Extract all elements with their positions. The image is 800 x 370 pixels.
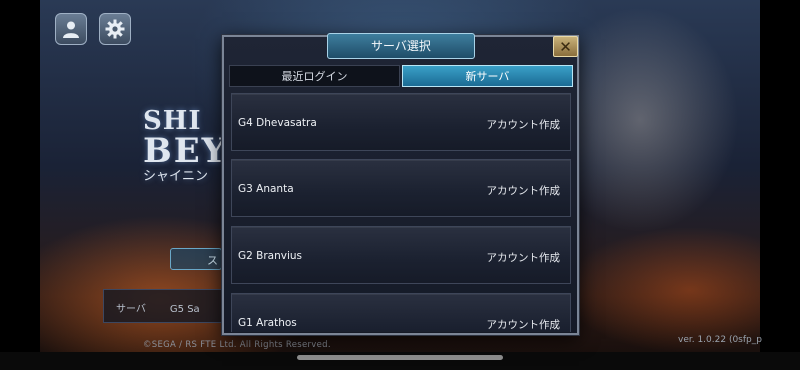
server-name: G2 Branvius: [238, 250, 303, 262]
server-name: G1 Arathos: [238, 317, 297, 329]
left-letterbox: [0, 0, 40, 370]
server-row-g4[interactable]: G4 Dhevasatra アカウント作成: [231, 93, 571, 151]
server-row-g2[interactable]: G2 Branvius アカウント作成: [231, 226, 571, 284]
server-list[interactable]: G4 Dhevasatra アカウント作成 G3 Ananta アカウント作成 …: [231, 93, 571, 332]
server-status: アカウント作成: [486, 119, 561, 131]
logo-line-2: BEY: [143, 131, 228, 171]
start-button-label: ス: [207, 254, 218, 267]
home-indicator[interactable]: [297, 355, 503, 360]
close-icon: ✕: [559, 37, 572, 56]
right-letterbox: [760, 0, 800, 370]
server-row-g3[interactable]: G3 Ananta アカウント作成: [231, 159, 571, 217]
server-status: アカウント作成: [486, 185, 561, 197]
server-label: サーバ: [116, 304, 146, 315]
gear-icon: [105, 19, 125, 39]
logo-line-3: シャイニン: [143, 169, 209, 184]
tab-recent-login[interactable]: 最近ログイン: [229, 65, 400, 87]
server-row-g1[interactable]: G1 Arathos アカウント作成: [231, 293, 571, 332]
server-select-dialog: サーバ選択 ✕ 最近ログイン 新サーバ G4 Dhevasatra アカウント作…: [222, 33, 579, 335]
server-value: G5 Sa: [169, 304, 200, 315]
account-button[interactable]: [55, 13, 87, 45]
server-status: アカウント作成: [486, 252, 561, 264]
game-logo: SHI BEY シャイニン: [143, 108, 228, 183]
tab-new-servers[interactable]: 新サーバ: [402, 65, 573, 87]
start-button[interactable]: ス: [170, 248, 222, 270]
server-name: G3 Ananta: [238, 183, 294, 195]
server-status: アカウント作成: [486, 319, 561, 331]
settings-button[interactable]: [99, 13, 131, 45]
close-button[interactable]: ✕: [553, 36, 578, 57]
server-name: G4 Dhevasatra: [238, 117, 317, 129]
copyright-text: ©SEGA / RS FTE Ltd. All Rights Reserved.: [143, 340, 331, 350]
server-tabs: 最近ログイン 新サーバ: [229, 65, 573, 87]
current-server-box[interactable]: サーバ G5 Sa: [103, 289, 222, 323]
version-text: ver. 1.0.22 (0sfp_p: [678, 335, 762, 345]
dialog-title: サーバ選択: [327, 33, 475, 59]
person-icon: [63, 21, 79, 38]
